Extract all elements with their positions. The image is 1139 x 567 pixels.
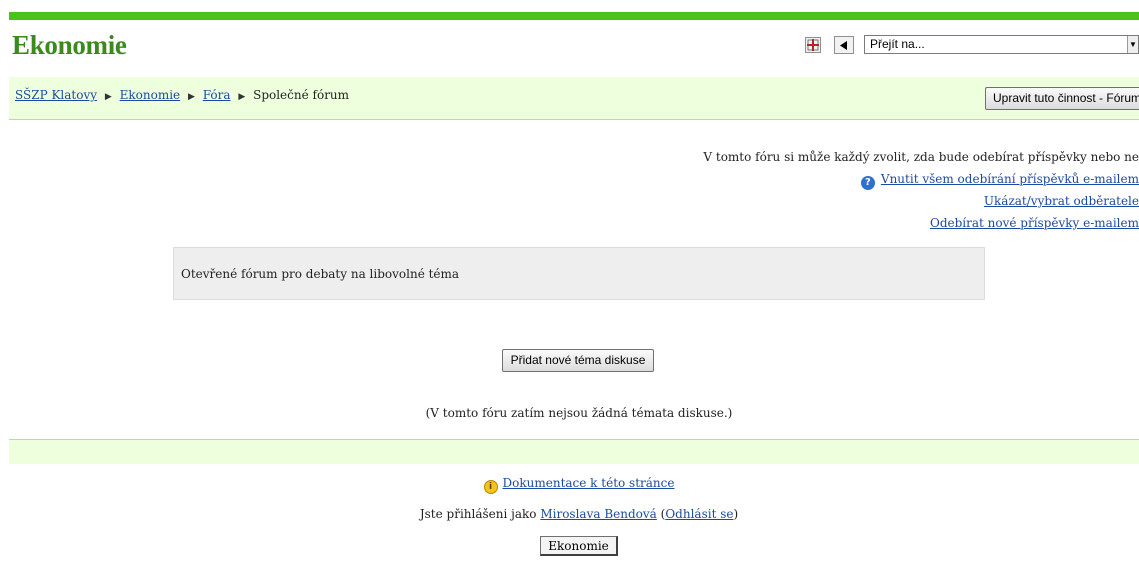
header-accent-bar [9,12,1139,20]
info-icon: i [483,480,498,494]
navigation-bar: SŠZP Klatovy ▶ Ekonomie ▶ Fóra ▶ Společn… [9,77,1139,120]
arrow-left-icon [840,40,847,50]
no-discussions-note: (V tomto fóru zatím nejsou žádná témata … [425,406,733,420]
forum-intro-box: Otevřené fórum pro debaty na libovolné t… [173,247,985,300]
show-subscribers-link[interactable]: Ukázat/vybrat odběratele [984,194,1139,208]
breadcrumb-link-forums[interactable]: Fóra [203,88,231,102]
edit-activity-button[interactable]: Upravit tuto činnost - Fórum [985,87,1139,110]
user-name-link[interactable]: Miroslava Bendová [540,507,656,521]
breadcrumb-separator-icon: ▶ [238,92,246,102]
login-info: Jste přihlášeni jako Miroslava Bendová (… [0,507,1139,521]
login-prefix: Jste přihlášeni jako [419,507,541,521]
breadcrumb-link-school[interactable]: SŠZP Klatovy [15,88,97,102]
logout-paren-close: ) [733,507,739,521]
force-subscription-row: ? Vnutit všem odebírání příspěvků e-maile… [703,168,1139,190]
documentation-row: i Dokumentace k této stránce [0,476,1139,494]
previous-activity-button[interactable] [834,36,854,54]
subscribe-email-link[interactable]: Odebírat nové příspěvky e-mailem [930,216,1139,230]
jump-to-select[interactable]: Přejít na... ▼ [864,35,1139,54]
documentation-link[interactable]: Dokumentace k této stránce [503,476,675,490]
breadcrumb-separator-icon: ▶ [104,92,112,102]
force-subscription-link[interactable]: Vnutit všem odebírání příspěvků e-mailem [881,172,1139,186]
chevron-down-icon[interactable]: ▼ [1127,36,1138,53]
help-icon[interactable]: ? [860,176,875,190]
breadcrumb-separator-icon: ▶ [187,92,195,102]
jump-to-value: Přejít na... [870,37,925,51]
plus-cross-icon [807,39,819,51]
footer-bar [9,439,1139,464]
subscription-notice: V tomto fóru si může každý zvolit, zda b… [703,150,1139,164]
page-title: Ekonomie [12,30,127,60]
breadcrumb-current: Společné fórum [253,88,350,102]
breadcrumb: SŠZP Klatovy ▶ Ekonomie ▶ Fóra ▶ Společn… [15,88,349,102]
navigation-block-icon[interactable] [805,37,821,53]
subscription-options: V tomto fóru si může každý zvolit, zda b… [703,146,1139,234]
forum-intro-text: Otevřené fórum pro debaty na libovolné t… [181,267,460,281]
course-home-button[interactable]: Ekonomie [540,536,618,556]
logout-link[interactable]: Odhlásit se [665,507,733,521]
breadcrumb-link-course[interactable]: Ekonomie [120,88,181,102]
add-discussion-button[interactable]: Přidat nové téma diskuse [502,349,654,372]
